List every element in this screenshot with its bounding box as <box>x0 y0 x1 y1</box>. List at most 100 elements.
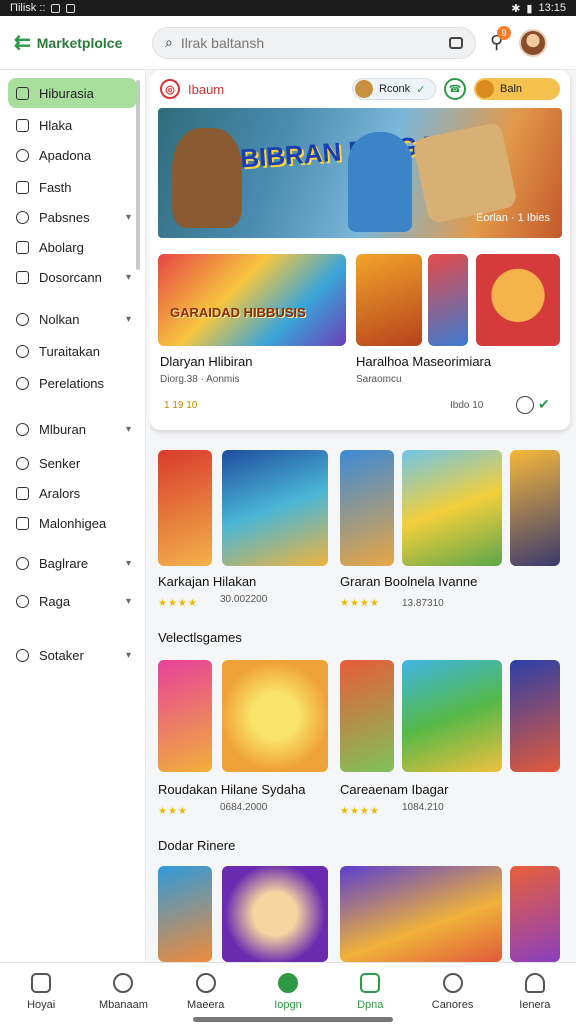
nav-home[interactable]: Hoyai <box>0 963 82 1024</box>
game-title[interactable]: Dlaryan Hlibiran <box>160 354 252 369</box>
top-bar: ⇇ Marketplolce ⌕ Ilrak baltansh ⚲ 9 <box>0 16 576 70</box>
featured-card: ◎ Ibaum Rconk ✓ ☎ Baln BIBRAN DILIGAN Eor… <box>150 70 570 430</box>
home-indicator[interactable] <box>193 1017 393 1022</box>
sidebar-item-16[interactable]: Sotaker ▾ <box>8 640 137 670</box>
filter-pill-b[interactable]: Baln <box>474 78 560 100</box>
search-input[interactable]: Ilrak baltansh <box>181 35 441 51</box>
game-thumbnail[interactable]: GARAIDAD HIBBUSIS <box>158 254 346 346</box>
sidebar-item-0[interactable]: Hiburasia <box>8 78 137 108</box>
sidebar-item-14[interactable]: Baglrare ▾ <box>8 548 137 578</box>
character-image <box>348 132 412 232</box>
game-thumbnail[interactable] <box>158 450 212 566</box>
sidebar-item-15[interactable]: Raga ▾ <box>8 586 137 616</box>
game-thumbnail[interactable] <box>340 450 394 566</box>
avatar[interactable] <box>519 28 548 57</box>
sidebar-item-9[interactable]: Perelations <box>8 368 137 398</box>
rating-stars: ★★★★ <box>158 598 198 609</box>
sidebar-item-3[interactable]: Fasth <box>8 172 137 202</box>
game-title[interactable]: Roudakan Hilane Sydaha <box>158 782 305 797</box>
game-subtitle: 1084.210 <box>402 802 444 813</box>
game-thumbnail[interactable] <box>340 660 394 772</box>
game-title[interactable]: Careaenam Ibagar <box>340 782 448 797</box>
game-thumbnail[interactable] <box>402 660 502 772</box>
nav-label: Dpna <box>357 999 384 1011</box>
game-thumbnail[interactable] <box>476 254 560 346</box>
back-arrow-icon[interactable]: ⇇ <box>14 30 31 55</box>
settings-icon <box>16 556 29 570</box>
nav-search[interactable]: Mbanaam <box>82 963 164 1024</box>
sidebar-item-5[interactable]: Abolarg <box>8 232 137 262</box>
nav-categories[interactable]: Canores <box>411 963 493 1024</box>
tag-icon <box>16 240 29 254</box>
game-subtitle: 13.87310 <box>402 598 444 609</box>
brand[interactable]: ⇇ Marketplolce <box>14 30 144 55</box>
search-icon: ⌕ <box>165 34 173 50</box>
refresh-icon[interactable] <box>516 396 534 414</box>
game-title[interactable]: Graran Boolnela Ivanne <box>340 574 477 589</box>
notification-button[interactable]: ⚲ 9 <box>490 26 512 53</box>
game-box-image <box>412 121 518 225</box>
sidebar-item-13[interactable]: Malonhigea <box>8 508 137 538</box>
section-title: Dodar Rinere <box>158 838 236 853</box>
hero-banner[interactable]: BIBRAN DILIGAN Eorlan · 1 Ibies <box>158 108 562 238</box>
camera-icon[interactable] <box>449 36 463 49</box>
sidebar-item-11[interactable]: Senker <box>8 448 137 478</box>
banner-meta: Eorlan · 1 Ibies <box>476 212 550 224</box>
nav-profile[interactable]: Ienera <box>494 963 576 1024</box>
flag-icon <box>16 594 29 608</box>
sidebar-item-label: Perelations <box>39 375 105 391</box>
game-thumbnail[interactable] <box>158 866 212 962</box>
nav-apps[interactable]: Dpna <box>329 963 411 1024</box>
app-icon <box>66 3 76 13</box>
game-thumbnail[interactable] <box>510 866 560 962</box>
sidebar-item-10[interactable]: Mlburan ▾ <box>8 414 137 444</box>
game-thumbnail[interactable] <box>222 660 328 772</box>
sidebar-item-12[interactable]: Aralors <box>8 478 137 508</box>
game-thumbnail[interactable] <box>356 254 422 346</box>
game-thumbnail[interactable] <box>158 660 212 772</box>
play-icon <box>277 973 298 993</box>
game-thumbnail[interactable] <box>222 450 328 566</box>
sidebar-item-2[interactable]: Apadona <box>8 140 137 170</box>
mascot-image <box>172 128 242 228</box>
sidebar: Hiburasia Hlaka Apadona Fasth Pabsnes ▾ A… <box>0 70 146 962</box>
nav-explore[interactable]: Maeera <box>165 963 247 1024</box>
game-thumbnail[interactable] <box>428 254 468 346</box>
share-button[interactable]: ☎ <box>444 78 466 100</box>
game-subtitle: Diorg.38 · Aonmis <box>160 374 240 385</box>
check-circle-icon <box>16 456 29 470</box>
game-subtitle: 30.002200 <box>220 594 268 605</box>
game-thumbnail[interactable] <box>510 450 560 566</box>
sidebar-item-label: Malonhigea <box>39 515 107 531</box>
game-title[interactable]: Haralhoa Maseorimiara <box>356 354 491 369</box>
sidebar-item-label: Turaitakan <box>39 343 100 359</box>
sidebar-item-6[interactable]: Dosorcann ▾ <box>8 262 137 292</box>
nav-active[interactable]: Iopgn <box>247 963 329 1024</box>
battery-icon: ▮ <box>526 2 533 15</box>
game-subtitle: Saraomcu <box>356 374 402 385</box>
sidebar-item-label: Abolarg <box>39 239 84 255</box>
chat-icon <box>16 148 29 162</box>
apps-icon <box>360 973 381 993</box>
filter-pill-a[interactable]: Rconk ✓ <box>352 78 436 100</box>
game-thumbnail[interactable] <box>222 866 328 962</box>
avatar-icon <box>355 80 373 98</box>
image-icon <box>16 516 29 530</box>
sidebar-item-1[interactable]: Hlaka <box>8 110 137 140</box>
search-bar[interactable]: ⌕ Ilrak baltansh <box>152 26 476 59</box>
game-title[interactable]: Karkajan Hilakan <box>158 574 256 589</box>
chevron-down-icon: ▾ <box>125 271 131 283</box>
nav-label: Canores <box>431 999 474 1011</box>
game-thumbnail[interactable] <box>340 866 502 962</box>
sidebar-item-8[interactable]: Turaitakan <box>8 336 137 366</box>
bottom-nav: Hoyai Mbanaam Maeera Iopgn Dpna Canores … <box>0 962 576 1024</box>
game-rating: 1 19 10 <box>164 400 198 411</box>
sidebar-item-label: Raga <box>39 593 71 609</box>
thumb-text: GARAIDAD HIBBUSIS <box>170 305 306 320</box>
game-thumbnail[interactable] <box>510 660 560 772</box>
message-icon <box>16 344 29 358</box>
chevron-down-icon: ▾ <box>125 595 131 607</box>
sidebar-item-4[interactable]: Pabsnes ▾ <box>8 202 137 232</box>
game-thumbnail[interactable] <box>402 450 502 566</box>
sidebar-item-7[interactable]: Nolkan ▾ <box>8 304 137 334</box>
